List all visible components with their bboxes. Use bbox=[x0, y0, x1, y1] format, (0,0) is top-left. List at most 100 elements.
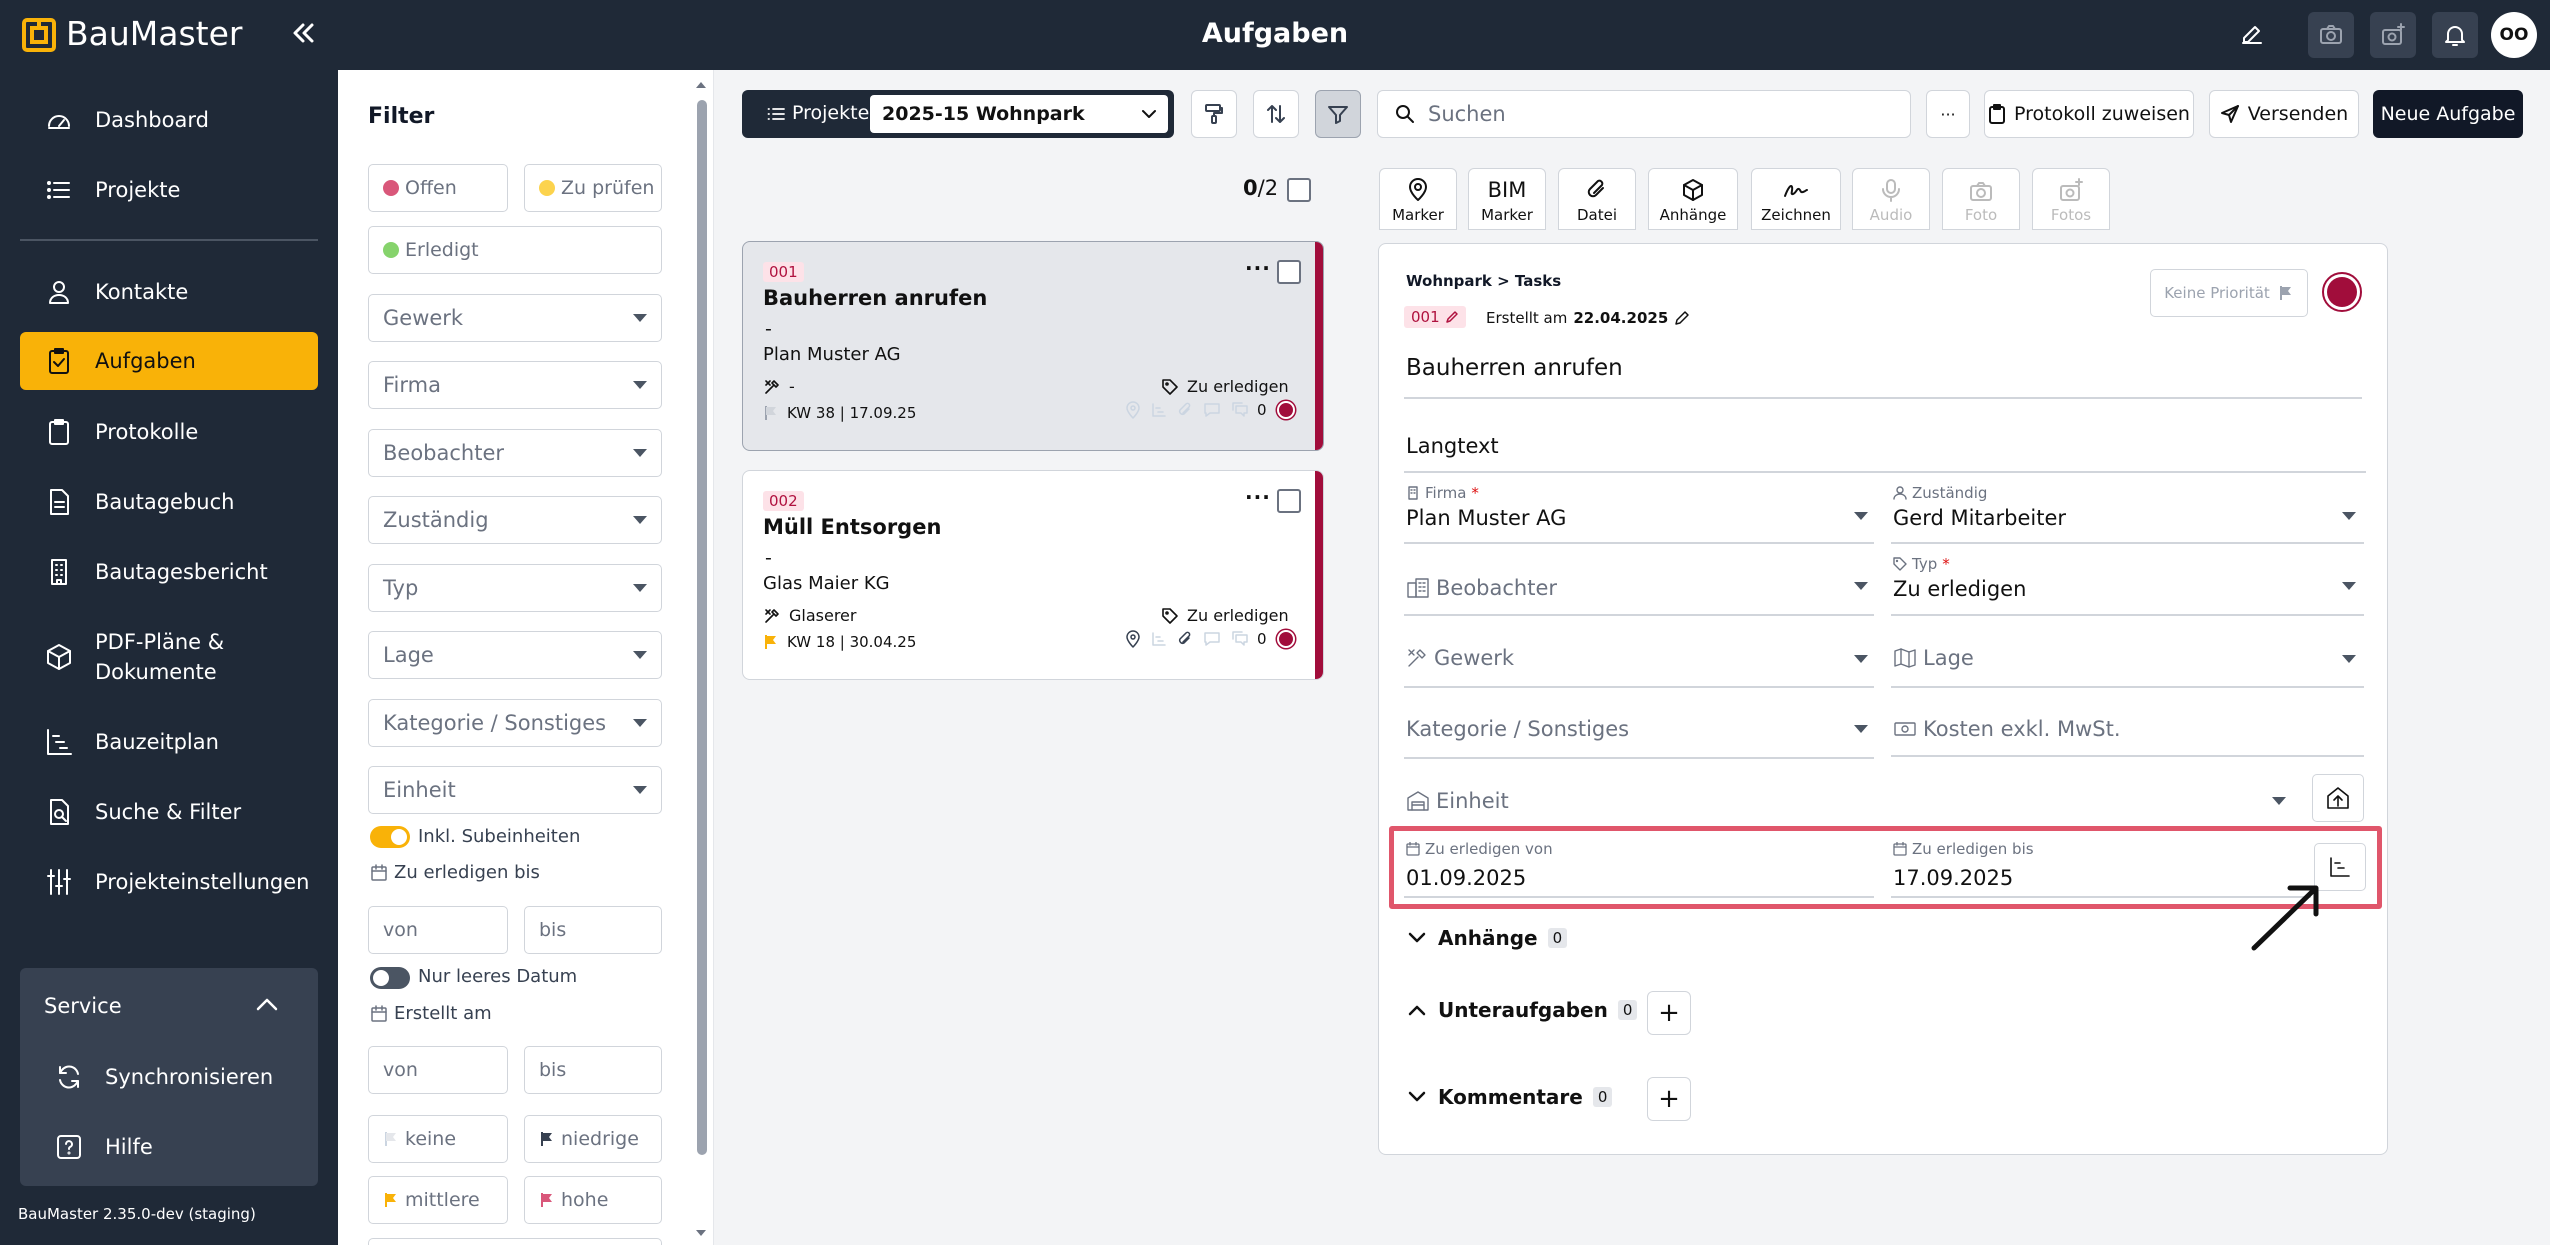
erstellt-von-input[interactable]: von bbox=[368, 1046, 508, 1094]
sidebar-item-dashboard[interactable]: Dashboard bbox=[20, 91, 318, 149]
zustaendig-field[interactable]: Zuständig Gerd Mitarbeiter bbox=[1891, 482, 2364, 544]
typ-field[interactable]: Typ * Zu erledigen bbox=[1891, 553, 2364, 616]
einheit-tree-button[interactable] bbox=[2312, 774, 2364, 822]
filter-toggle-button[interactable] bbox=[1315, 90, 1361, 138]
sidebar-item-bautagesbericht[interactable]: Bautagesbericht bbox=[20, 543, 318, 601]
task-number-badge[interactable]: 001 bbox=[1404, 306, 1466, 328]
langtext-input[interactable]: Langtext bbox=[1406, 434, 1499, 458]
task-menu-button[interactable]: ··· bbox=[1245, 485, 1271, 509]
caret-down-icon bbox=[633, 719, 647, 727]
media-tab-bim-marker[interactable]: BIM Marker bbox=[1468, 168, 1546, 230]
zustaendig-value: Gerd Mitarbeiter bbox=[1893, 506, 2067, 530]
firma-value: Plan Muster AG bbox=[1406, 506, 1567, 530]
unteraufgaben-section-toggle[interactable]: Unteraufgaben 0 bbox=[1406, 998, 1638, 1022]
versenden-button[interactable]: Versenden bbox=[2209, 90, 2359, 138]
sidebar-item-projekteinstellungen[interactable]: Projekteinstellungen bbox=[20, 853, 318, 911]
comment-count: 0 bbox=[1257, 401, 1267, 419]
task-checkbox[interactable] bbox=[1277, 260, 1301, 284]
anhaenge-section-toggle[interactable]: Anhänge 0 bbox=[1406, 926, 1568, 950]
avatar[interactable]: OO bbox=[2491, 12, 2537, 58]
neue-aufgabe-button[interactable]: Neue Aufgabe bbox=[2373, 90, 2523, 138]
media-tab-fotos[interactable]: Fotos bbox=[2032, 168, 2110, 230]
media-tab-zeichnen[interactable]: Zeichnen bbox=[1751, 168, 1841, 230]
paint-roller-button[interactable] bbox=[1191, 90, 1237, 138]
filter-scrollbar-thumb[interactable] bbox=[697, 100, 707, 1155]
sidebar-item-protokolle[interactable]: Protokolle bbox=[20, 403, 318, 461]
pencil-icon[interactable] bbox=[1674, 310, 1690, 326]
zu-erledigen-bis-label: Zu erledigen bis bbox=[394, 862, 540, 883]
protokoll-zuweisen-button[interactable]: Protokoll zuweisen bbox=[1984, 90, 2194, 138]
sidebar-item-kontakte[interactable]: Kontakte bbox=[20, 263, 318, 321]
gewerk-field[interactable]: Gewerk bbox=[1404, 632, 1874, 688]
notifications-button[interactable] bbox=[2432, 12, 2478, 58]
einheit-field[interactable]: Einheit bbox=[1404, 775, 2296, 831]
task-card-002[interactable]: 002 Müll Entsorgen - Glas Maier KG Glase… bbox=[742, 470, 1324, 680]
filter-zustaendig-select[interactable]: Zuständig bbox=[368, 496, 662, 544]
search-input[interactable]: Suchen bbox=[1377, 90, 1911, 138]
media-tab-foto[interactable]: Foto bbox=[1942, 168, 2020, 230]
camera-button[interactable] bbox=[2308, 12, 2354, 58]
comments-icon bbox=[1232, 631, 1248, 646]
filter-status-offen[interactable]: Offen bbox=[368, 164, 508, 212]
task-firma: Plan Muster AG bbox=[763, 344, 901, 365]
project-select[interactable]: 2025-15 Wohnpark bbox=[870, 95, 1168, 133]
nur-leeres-datum-toggle[interactable] bbox=[370, 967, 410, 989]
beobachter-field[interactable]: Beobachter bbox=[1404, 560, 1874, 616]
task-status-bar bbox=[1315, 471, 1323, 679]
priority-keine[interactable]: keine bbox=[368, 1115, 508, 1163]
firma-field[interactable]: Firma * Plan Muster AG bbox=[1404, 482, 1874, 544]
priority-hohe[interactable]: hohe bbox=[524, 1176, 662, 1224]
task-card-001[interactable]: 001 Bauherren anrufen - Plan Muster AG -… bbox=[742, 241, 1324, 451]
sidebar-item-synchronisieren[interactable]: Synchronisieren bbox=[30, 1048, 310, 1106]
sidebar-item-projekte[interactable]: Projekte bbox=[20, 161, 318, 219]
media-tab-audio[interactable]: Audio bbox=[1852, 168, 1930, 230]
camera-plus-button[interactable] bbox=[2370, 12, 2416, 58]
filter-firma-select[interactable]: Firma bbox=[368, 361, 662, 409]
priority-button[interactable]: Keine Priorität bbox=[2150, 269, 2308, 317]
media-tab-anhaenge[interactable]: Anhänge bbox=[1648, 168, 1738, 230]
filter-status-erledigt[interactable]: Erledigt bbox=[368, 226, 662, 274]
filter-lage-select[interactable]: Lage bbox=[368, 631, 662, 679]
inkl-subeinheiten-toggle[interactable] bbox=[370, 826, 410, 848]
sidebar-item-pdf-plaene[interactable]: PDF-Pläne & Dokumente bbox=[20, 614, 318, 700]
zu-erledigen-bis-input[interactable]: bis bbox=[524, 906, 662, 954]
priority-niedrige[interactable]: niedrige bbox=[524, 1115, 662, 1163]
kosten-field[interactable]: Kosten exkl. MwSt. bbox=[1891, 703, 2364, 759]
media-tab-datei[interactable]: Datei bbox=[1558, 168, 1636, 230]
sidebar-item-suche-filter[interactable]: Suche & Filter bbox=[20, 783, 318, 841]
nur-leeres-datum-label: Nur leeres Datum bbox=[418, 966, 578, 987]
filter-status-zu-pruefen[interactable]: Zu prüfen bbox=[524, 164, 662, 212]
filter-kategorie-select[interactable]: Kategorie / Sonstiges bbox=[368, 699, 662, 747]
status-indicator[interactable] bbox=[2322, 272, 2362, 312]
task-title-input[interactable]: Bauherren anrufen bbox=[1406, 355, 1623, 381]
warehouse-icon bbox=[1407, 791, 1429, 811]
priority-mittlere[interactable]: mittlere bbox=[368, 1176, 508, 1224]
media-tab-marker[interactable]: Marker bbox=[1379, 168, 1457, 230]
sidebar-item-hilfe[interactable]: Hilfe bbox=[30, 1118, 310, 1176]
sidebar-item-bauzeitplan[interactable]: Bauzeitplan bbox=[20, 713, 318, 771]
sidebar-item-aufgaben[interactable]: Aufgaben bbox=[20, 332, 318, 390]
task-menu-button[interactable]: ··· bbox=[1245, 256, 1271, 280]
service-label: Service bbox=[44, 994, 122, 1018]
sidebar-item-bautagebuch[interactable]: Bautagebuch bbox=[20, 473, 318, 531]
service-toggle[interactable]: Service bbox=[20, 978, 318, 1036]
zu-erledigen-von-input[interactable]: von bbox=[368, 906, 508, 954]
gantt-icon bbox=[1152, 403, 1166, 417]
add-unteraufgabe-button[interactable]: + bbox=[1647, 991, 1691, 1035]
kommentare-section-toggle[interactable]: Kommentare 0 bbox=[1406, 1085, 1613, 1109]
filter-gewerk-select[interactable]: Gewerk bbox=[368, 294, 662, 342]
lage-field[interactable]: Lage bbox=[1891, 632, 2364, 688]
add-kommentar-button[interactable]: + bbox=[1647, 1077, 1691, 1121]
filter-beobachter-select[interactable]: Beobachter bbox=[368, 429, 662, 477]
erstellt-bis-input[interactable]: bis bbox=[524, 1046, 662, 1094]
task-checkbox[interactable] bbox=[1277, 489, 1301, 513]
filter-einheit-select[interactable]: Einheit bbox=[368, 766, 662, 814]
more-options-button[interactable]: ··· bbox=[1926, 90, 1970, 138]
sidebar-item-label: Dashboard bbox=[95, 108, 209, 132]
select-all-checkbox[interactable] bbox=[1287, 178, 1311, 202]
task-gewerk-label: - bbox=[789, 377, 795, 396]
kategorie-field[interactable]: Kategorie / Sonstiges bbox=[1404, 703, 1874, 759]
sort-button[interactable] bbox=[1253, 90, 1299, 138]
edit-icon[interactable] bbox=[2238, 20, 2266, 48]
filter-typ-select[interactable]: Typ bbox=[368, 564, 662, 612]
